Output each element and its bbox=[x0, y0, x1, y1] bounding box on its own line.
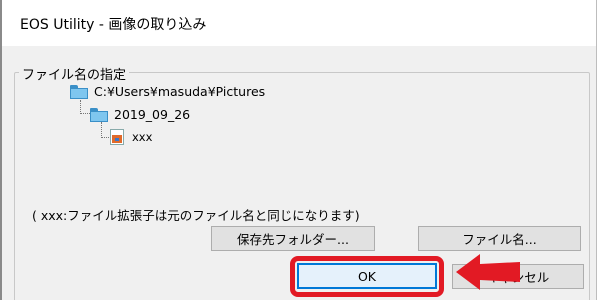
file-name-group-legend: ファイル名の指定 bbox=[19, 64, 130, 83]
folder-icon bbox=[90, 107, 108, 122]
tree-connector-horizontal-1 bbox=[80, 113, 90, 114]
extension-note: ( xxx:ファイル拡張子は元のファイル名と同じになります) bbox=[32, 208, 360, 223]
tree-connector-vertical-1 bbox=[80, 100, 81, 114]
tree-item-root-folder[interactable]: C:¥Users¥masuda¥Pictures bbox=[70, 84, 265, 99]
tree-connector-vertical-2 bbox=[101, 122, 102, 138]
tree-item-file-label: xxx bbox=[132, 130, 153, 144]
tree-connector-horizontal-2 bbox=[101, 137, 109, 138]
folder-icon bbox=[70, 84, 88, 99]
image-file-icon bbox=[110, 129, 124, 145]
tree-item-root-folder-label: C:¥Users¥masuda¥Pictures bbox=[94, 84, 266, 99]
tree-item-subfolder[interactable]: 2019_09_26 bbox=[90, 107, 190, 122]
ok-highlight-box bbox=[290, 256, 444, 297]
tree-item-file[interactable]: xxx bbox=[110, 129, 152, 145]
title-bar: EOS Utility - 画像の取り込み bbox=[2, 0, 596, 46]
window-title: EOS Utility - 画像の取り込み bbox=[20, 17, 207, 33]
red-arrow-icon bbox=[456, 254, 520, 290]
save-folder-button[interactable]: 保存先フォルダー... bbox=[211, 226, 375, 251]
file-name-button[interactable]: ファイル名... bbox=[418, 226, 581, 251]
tree-item-subfolder-label: 2019_09_26 bbox=[114, 107, 191, 122]
